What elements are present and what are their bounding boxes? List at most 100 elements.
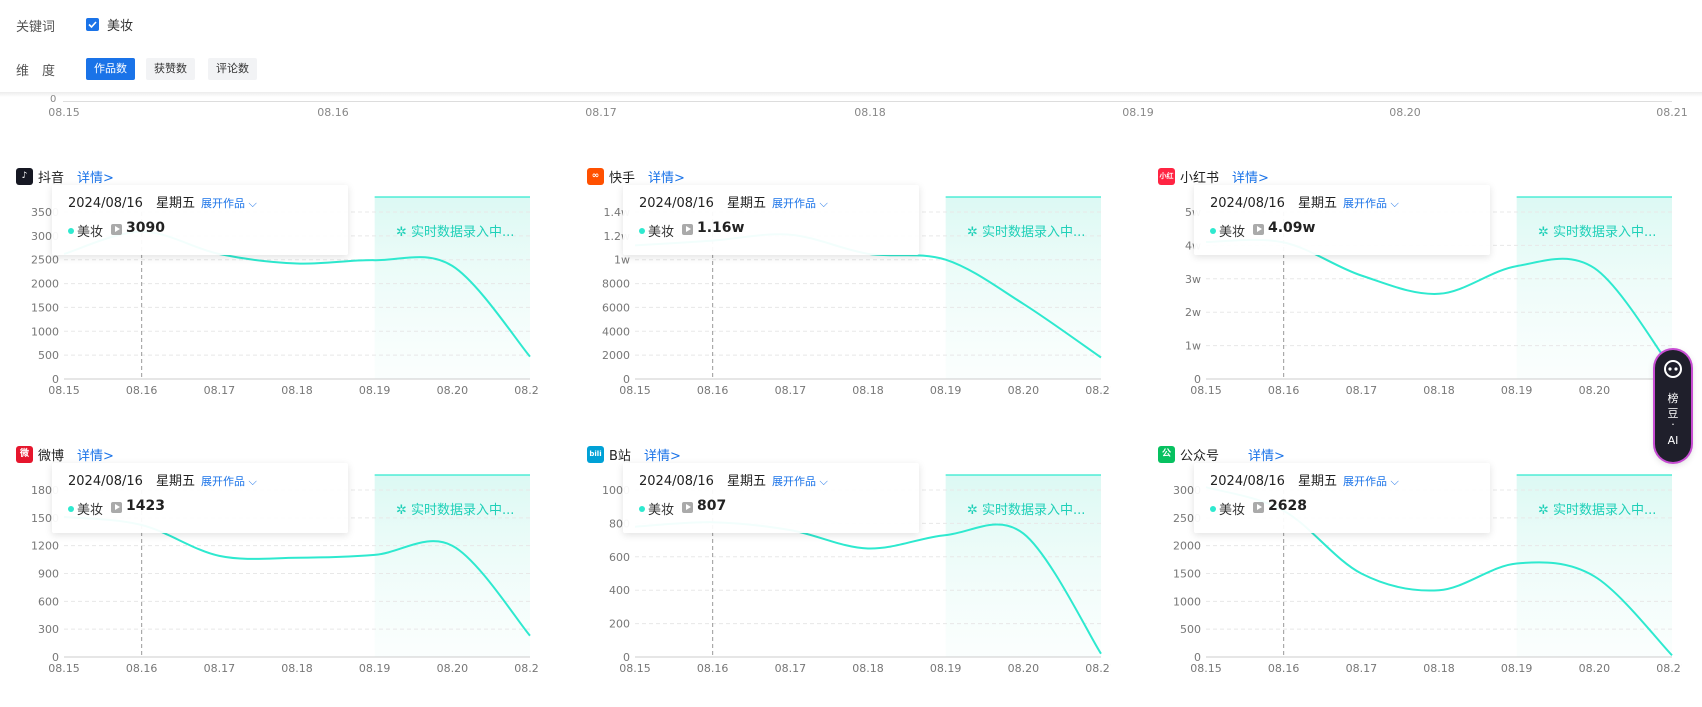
expand-works-link[interactable]: 展开作品 ⌵ (201, 473, 257, 489)
y-tick-label: 8000 (602, 278, 630, 291)
expand-works-link[interactable]: 展开作品 ⌵ (772, 473, 828, 489)
chevron-down-icon: ⌵ (819, 475, 828, 488)
tooltip: 2024/08/16 星期五 展开作品 ⌵ 美妆 4.09w (1194, 185, 1490, 255)
x-tick-label: 08.18 (1423, 384, 1455, 397)
y-tick-label: 400 (609, 584, 630, 597)
chevron-down-icon: ⌵ (819, 197, 828, 210)
expand-works-link[interactable]: 展开作品 ⌵ (772, 195, 828, 211)
detail-link[interactable]: 详情> (644, 445, 681, 464)
tooltip-weekday: 星期五 (1297, 196, 1337, 211)
keyword-option-label[interactable]: 美妆 (107, 15, 133, 34)
logo-glyph: 微 (19, 449, 29, 459)
tooltip-date: 2024/08/16 星期五 (68, 470, 195, 489)
chevron-down-icon: ⌵ (1390, 475, 1399, 488)
expand-label: 展开作品 (201, 197, 245, 210)
wechat-official-account-icon: 公 (1158, 446, 1175, 463)
detail-link[interactable]: 详情> (648, 167, 685, 186)
x-tick-label: 08.21 (1656, 662, 1682, 675)
x-tick-label: 08.21 (1085, 662, 1111, 675)
play-icon (111, 224, 122, 235)
dimension-works-button[interactable]: 作品数 (86, 58, 135, 80)
tooltip-date: 2024/08/16 星期五 (68, 192, 195, 211)
realtime-label: 实时数据录入中... (411, 225, 515, 240)
x-tick-label: 08.18 (281, 384, 313, 397)
x-tick-label: 08.16 (697, 384, 729, 397)
series-dot (1210, 228, 1216, 234)
kuaishou-icon: ∞ (587, 168, 604, 185)
chart-panel-bilibili: 0 200 400 600 800 1000 08.15 08.16 08.17 08.18 08.… (571, 443, 1111, 693)
x-tick-label: 08.21 (514, 662, 540, 675)
expand-works-link[interactable]: 展开作品 ⌵ (201, 195, 257, 211)
x-tick-label: 08.19 (930, 662, 962, 675)
x-tick-label: 08.19 (359, 384, 391, 397)
top-chart-axis: 0 08.15 08.16 08.17 08.18 08.19 08.20 08… (0, 94, 1702, 126)
x-tick-label: 08.16 (126, 662, 158, 675)
x-tick-label: 08.17 (775, 384, 807, 397)
data-point (1592, 266, 1597, 271)
dimension-comments-button[interactable]: 评论数 (208, 58, 257, 80)
x-tick-label: 08.20 (1008, 384, 1040, 397)
y-tick-label: 900 (38, 568, 59, 581)
y-tick-label: 1000 (31, 325, 59, 338)
x-tick-label: 08.17 (1346, 384, 1378, 397)
platform-name: 公众号 (1180, 449, 1220, 464)
tooltip-date-value: 2024/08/16 (639, 196, 714, 211)
detail-link[interactable]: 详情> (77, 167, 114, 186)
top-axis-tick: 08.19 (1122, 106, 1154, 119)
x-tick-label: 08.18 (281, 662, 313, 675)
series-dot (68, 506, 74, 512)
tooltip-keyword: 美妆 (77, 503, 104, 518)
top-axis-zero: 0 (50, 94, 57, 105)
x-tick-label: 08.15 (1190, 662, 1222, 675)
x-tick-label: 08.19 (930, 384, 962, 397)
realtime-label: 实时数据录入中... (1553, 225, 1657, 240)
x-tick-label: 08.17 (1346, 662, 1378, 675)
ai-button-char: AI (1667, 434, 1679, 447)
realtime-status: ✲ 实时数据录入中... (396, 225, 515, 240)
y-tick-label: 1000 (1173, 595, 1201, 608)
y-tick-label: 500 (38, 349, 59, 362)
data-point (1021, 301, 1026, 306)
x-tick-label: 08.20 (437, 384, 469, 397)
keyword-checkbox[interactable] (86, 18, 99, 31)
chart-panel-xiaohongshu: 0 1w 2w 3w 4w 5w 08.15 08.16 08.17 08.18 08.19 08.2… (1142, 165, 1682, 415)
chart-panel-wechat: 0 500 1000 1500 2000 2500 3000 08.15 08.16 08.17 0… (1142, 443, 1682, 693)
y-tick-label: 2w (1185, 306, 1201, 319)
keyword-label: 关键词 (16, 20, 56, 35)
dimension-likes-button[interactable]: 获赞数 (146, 58, 195, 80)
data-point (943, 257, 948, 262)
detail-link[interactable]: 详情> (1232, 167, 1269, 186)
data-point (943, 533, 948, 538)
y-tick-label: 1w (614, 254, 630, 267)
y-tick-label: 500 (1180, 623, 1201, 636)
x-tick-label: 08.18 (1423, 662, 1455, 675)
tooltip-weekday: 星期五 (1297, 474, 1337, 489)
x-tick-label: 08.15 (619, 662, 651, 675)
platform-name: 抖音 (38, 171, 65, 186)
tooltip-weekday: 星期五 (726, 196, 766, 211)
y-tick-label: 1w (1185, 340, 1201, 353)
play-icon (682, 224, 693, 235)
x-tick-label: 08.15 (619, 384, 651, 397)
play-icon (111, 502, 122, 513)
detail-link[interactable]: 详情> (77, 445, 114, 464)
x-tick-label: 08.20 (437, 662, 469, 675)
tooltip-keyword: 美妆 (77, 225, 104, 240)
filter-bar: 关键词 美妆 维 度 作品数 获赞数 评论数 (0, 0, 1702, 92)
data-point (528, 633, 533, 638)
chevron-down-icon: ⌵ (248, 475, 257, 488)
ai-button-char: · (1671, 418, 1675, 431)
expand-works-link[interactable]: 展开作品 ⌵ (1343, 473, 1399, 489)
expand-works-link[interactable]: 展开作品 ⌵ (1343, 195, 1399, 211)
logo-glyph: bili (589, 450, 602, 458)
x-tick-label: 08.16 (697, 662, 729, 675)
detail-link[interactable]: 详情> (1248, 445, 1285, 464)
tooltip-weekday: 星期五 (726, 474, 766, 489)
x-tick-label: 08.20 (1579, 384, 1611, 397)
bilibili-icon: bili (587, 446, 604, 463)
tooltip-value: 807 (697, 498, 727, 514)
ai-assistant-button[interactable]: 榜 豆 · AI (1655, 350, 1691, 462)
tooltip: 2024/08/16 星期五 展开作品 ⌵ 美妆 807 (623, 463, 919, 533)
y-tick-label: 1500 (31, 301, 59, 314)
x-tick-label: 08.21 (1085, 384, 1111, 397)
